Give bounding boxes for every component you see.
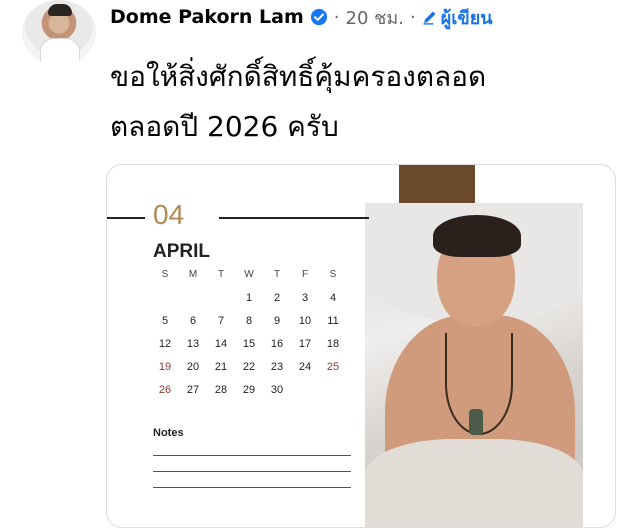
calendar-day: 28 [214,384,228,396]
author-name[interactable]: Dome Pakorn Lam [110,6,304,28]
calendar-day: 27 [186,384,200,396]
amulet [469,409,483,435]
weekday-label: F [301,269,309,280]
calendar-day: 21 [214,361,228,373]
post-time[interactable]: 20 ชม. [346,3,404,32]
calendar-day: 17 [298,338,312,350]
calendar-month-number: 04 [153,199,185,230]
notes-line [153,487,351,488]
calendar-photo [365,203,583,527]
calendar-day [207,292,235,307]
post-meta: · 20 ชม. · [334,3,416,32]
meta-separator: · [409,6,416,28]
author-role-link[interactable]: ผู้เขียน [422,3,493,32]
calendar-day: 2 [273,292,281,304]
calendar-rule-right [219,217,369,219]
post-line-2: ตลอดปี 2026 ครับ [110,110,339,143]
calendar-day: 9 [273,315,281,327]
calendar-day: 3 [301,292,309,304]
calendar-grid: S M T W T F S 1 2 3 4 5 6 7 8 9 10 11 12… [151,269,347,399]
profile-avatar[interactable] [22,0,96,66]
calendar-day [179,292,207,307]
notes-label: Notes [153,427,184,439]
calendar-day: 29 [242,384,256,396]
meta-separator: · [333,6,340,28]
calendar-day: 23 [270,361,284,373]
weekday-label: T [273,269,281,280]
weekday-label: S [329,269,337,280]
calendar-day: 30 [270,384,284,396]
calendar-day: 4 [329,292,337,304]
post-image[interactable]: 04 APRIL S M T W T F S 1 2 3 4 5 6 7 8 9… [106,164,616,528]
hair [433,215,521,257]
calendar-day: 19 [158,361,172,373]
post-header: Dome Pakorn Lam · 20 ชม. · ผู้เขียน [110,2,493,32]
calendar-day: 6 [189,315,197,327]
post-text: ขอให้สิ่งศักดิ์สิทธิ์คุ้มครองตลอด ตลอดปี… [110,52,486,152]
calendar-day: 22 [242,361,256,373]
calendar-day: 14 [214,338,228,350]
calendar-day [319,384,347,399]
calendar-day: 26 [158,384,172,396]
avatar-shirt [40,38,80,66]
calendar-rule-left [107,217,145,219]
avatar-hair [48,4,72,16]
verified-badge-icon [310,8,327,26]
bed-sheet [365,439,583,527]
calendar-day: 7 [217,315,225,327]
calendar-day [291,384,319,399]
calendar-day: 25 [326,361,340,373]
calendar-day: 5 [161,315,169,327]
weekday-label: S [161,269,169,280]
calendar-day: 20 [186,361,200,373]
calendar-day: 12 [158,338,172,350]
notes-line [153,455,351,456]
calendar-day: 16 [270,338,284,350]
pencil-icon [423,11,436,25]
calendar-day: 24 [298,361,312,373]
calendar-day: 18 [326,338,340,350]
weekday-label: T [217,269,225,280]
weekday-label: M [188,269,198,280]
notes-line [153,471,351,472]
calendar-day: 1 [245,292,253,304]
post-line-1: ขอให้สิ่งศักดิ์สิทธิ์คุ้มครองตลอด [110,60,487,93]
author-role-label: ผู้เขียน [440,7,493,29]
calendar-day: 11 [327,315,339,327]
calendar-month-name: APRIL [153,241,210,262]
calendar-day: 10 [298,315,312,327]
calendar-day: 8 [245,315,253,327]
weekday-label: W [244,269,254,280]
calendar-day: 13 [186,338,200,350]
calendar-day: 15 [242,338,256,350]
calendar-day [151,292,179,307]
